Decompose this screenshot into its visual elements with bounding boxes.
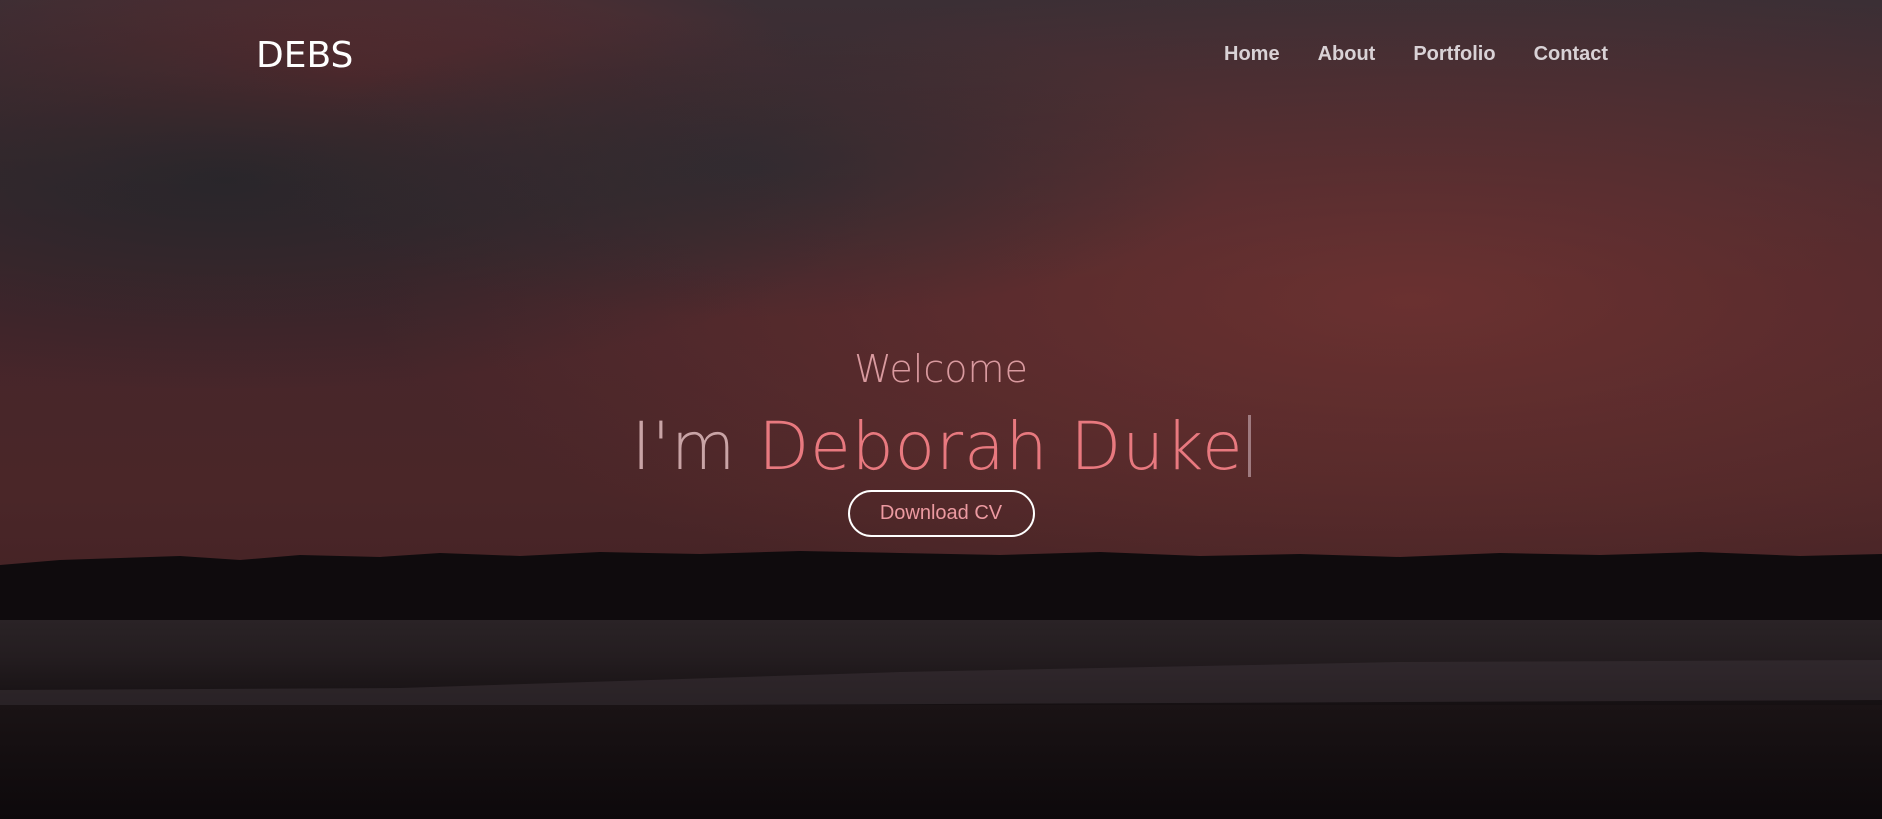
main-nav: Home About Portfolio Contact [1224, 40, 1608, 68]
nav-home-link[interactable]: Home [1224, 40, 1280, 68]
typing-cursor [1247, 415, 1251, 477]
headline-name: Deborah Duke [758, 408, 1244, 485]
top-navigation-bar: DEBS Home About Portfolio Contact [0, 0, 1882, 110]
welcome-text: Welcome [854, 347, 1028, 391]
cta-container: Download CV [0, 490, 1882, 537]
hero-headline: I'm Deborah Duke [0, 404, 1882, 490]
download-cv-button[interactable]: Download CV [847, 490, 1035, 537]
hero-section: DEBS Home About Portfolio Contact Welcom… [0, 0, 1882, 819]
brand-logo[interactable]: DEBS [256, 32, 353, 80]
nav-contact-link[interactable]: Contact [1534, 40, 1608, 68]
nav-portfolio-link[interactable]: Portfolio [1413, 40, 1495, 68]
nav-about-link[interactable]: About [1318, 40, 1376, 68]
headline-prefix: I'm [631, 408, 759, 485]
